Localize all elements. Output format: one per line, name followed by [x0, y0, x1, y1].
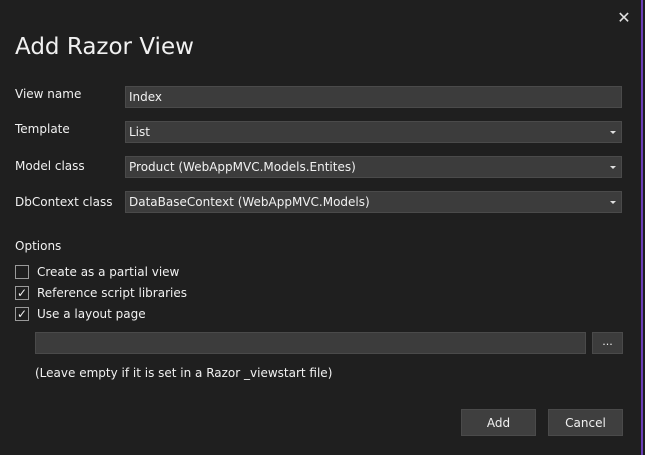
view-name-label: View name	[15, 87, 82, 101]
layout-hint: (Leave empty if it is set in a Razor _vi…	[35, 366, 333, 380]
partial-view-option[interactable]: Create as a partial view	[15, 264, 179, 280]
partial-view-checkbox[interactable]	[15, 265, 29, 279]
view-name-input[interactable]: Index	[125, 86, 622, 108]
add-button[interactable]: Add	[461, 409, 536, 436]
layout-page-path-input[interactable]	[35, 332, 586, 354]
partial-view-label: Create as a partial view	[37, 265, 180, 279]
model-class-value: Product (WebAppMVC.Models.Entites)	[129, 160, 356, 174]
chevron-down-icon	[605, 200, 621, 204]
browse-button[interactable]: ...	[592, 332, 623, 354]
dbcontext-class-label: DbContext class	[15, 195, 113, 209]
view-name-value: Index	[129, 90, 163, 104]
dbcontext-class-select[interactable]: DataBaseContext (WebAppMVC.Models)	[125, 191, 622, 213]
close-icon[interactable]: ✕	[612, 7, 636, 27]
script-libraries-option[interactable]: ✓ Reference script libraries	[15, 285, 187, 301]
layout-page-label: Use a layout page	[37, 307, 146, 321]
options-heading: Options	[15, 239, 62, 253]
cancel-button[interactable]: Cancel	[548, 409, 623, 436]
model-class-label: Model class	[15, 159, 85, 173]
chevron-down-icon	[605, 165, 621, 169]
chevron-down-icon	[605, 130, 621, 134]
layout-page-option[interactable]: ✓ Use a layout page	[15, 306, 146, 322]
script-libraries-label: Reference script libraries	[37, 286, 187, 300]
layout-page-checkbox[interactable]: ✓	[15, 307, 29, 321]
dialog-title: Add Razor View	[15, 34, 194, 60]
template-label: Template	[15, 122, 70, 136]
template-value: List	[129, 125, 150, 139]
add-razor-view-dialog: ✕ Add Razor View View name Index Templat…	[0, 0, 643, 455]
script-libraries-checkbox[interactable]: ✓	[15, 286, 29, 300]
dbcontext-class-value: DataBaseContext (WebAppMVC.Models)	[129, 195, 370, 209]
template-select[interactable]: List	[125, 121, 622, 143]
model-class-select[interactable]: Product (WebAppMVC.Models.Entites)	[125, 156, 622, 178]
